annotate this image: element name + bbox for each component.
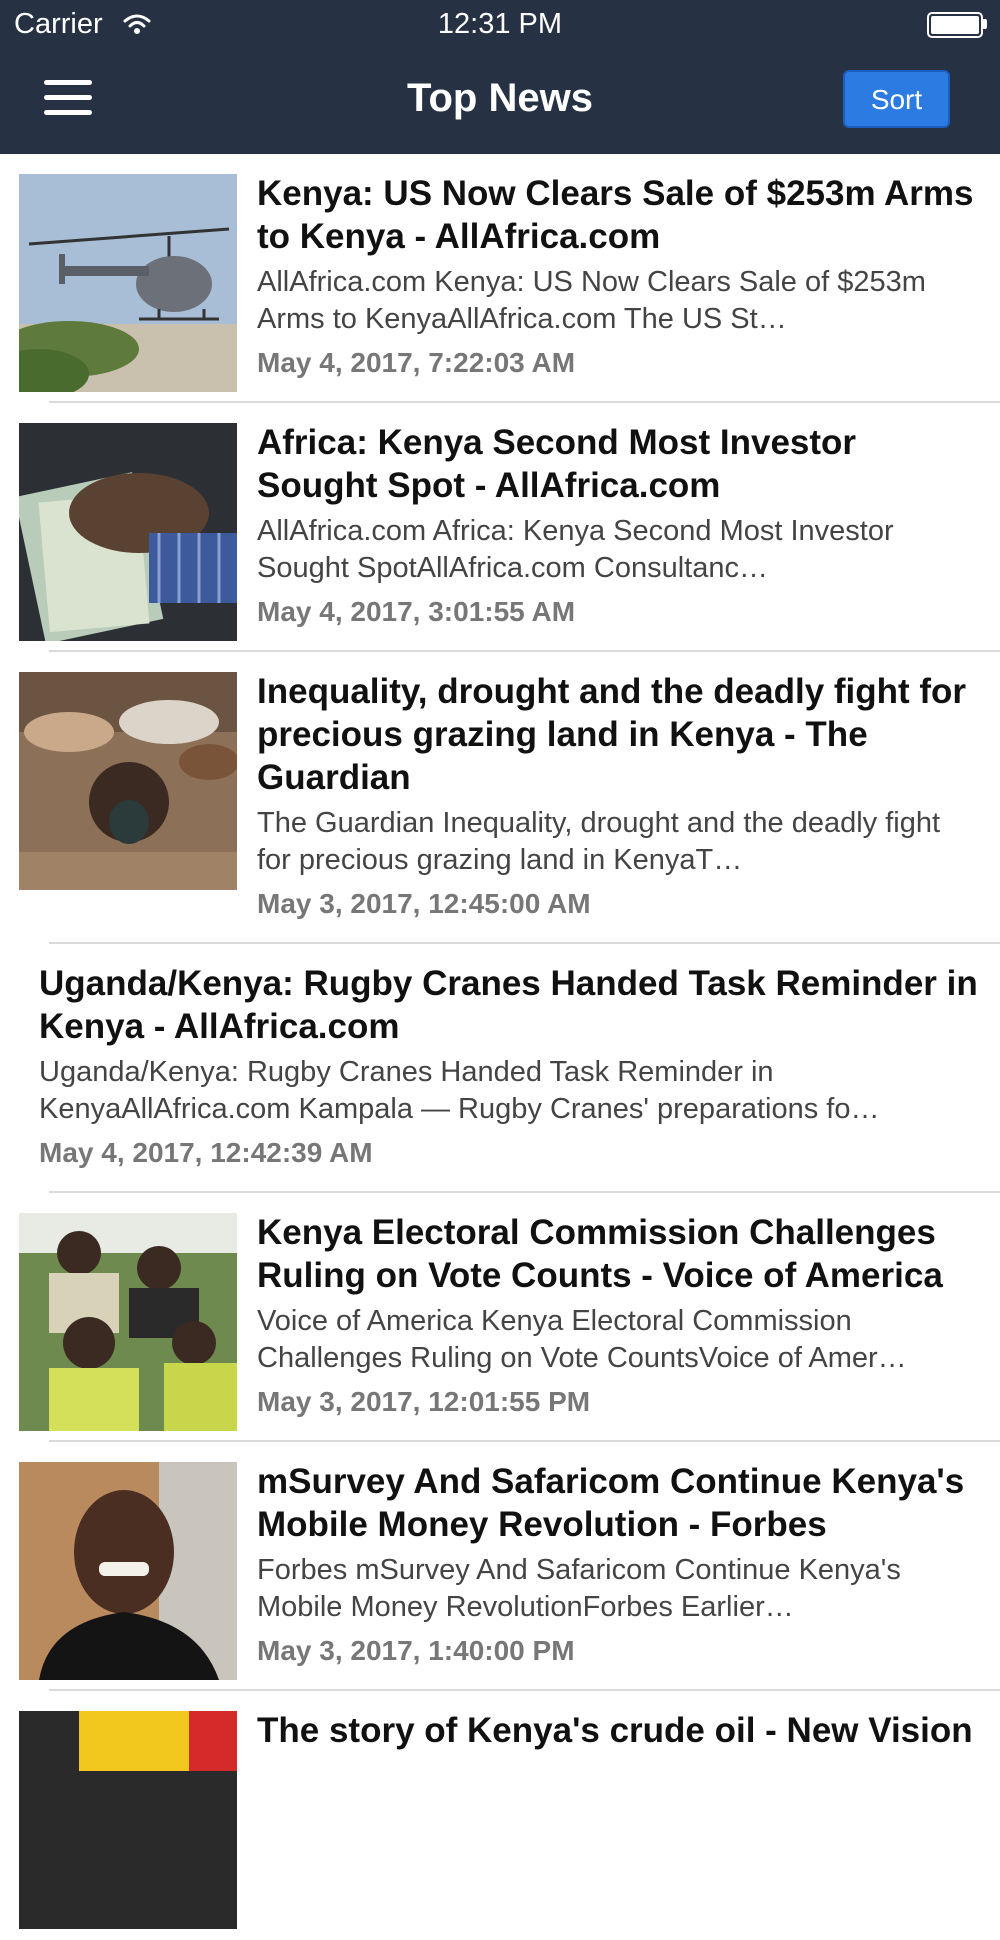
news-item[interactable]: Inequality, drought and the deadly fight… [0,652,1000,944]
article-description: Forbes mSurvey And Safaricom Continue Ke… [257,1554,901,1623]
news-item[interactable]: Africa: Kenya Second Most Investor Sough… [0,403,1000,652]
article-thumbnail-oil [19,1711,237,1929]
status-time: 12:31 PM [437,8,563,40]
article-date: May 3, 2017, 12:01:55 PM [257,1386,591,1417]
article-text: Kenya Electoral Commission Challenges Ru… [257,1211,980,1419]
news-list: Kenya: US Now Clears Sale of $253m Arms … [0,154,1000,1940]
article-text: Uganda/Kenya: Rugby Cranes Handed Task R… [39,962,980,1170]
article-thumbnail-money [19,423,237,641]
article-description: The Guardian Inequality, drought and the… [257,807,941,876]
news-item[interactable]: mSurvey And Safaricom Continue Kenya's M… [0,1442,1000,1691]
article-description: Uganda/Kenya: Rugby Cranes Handed Task R… [39,1056,880,1125]
article-text: Kenya: US Now Clears Sale of $253m Arms … [257,172,980,380]
article-text: Africa: Kenya Second Most Investor Sough… [257,421,980,629]
article-text: mSurvey And Safaricom Continue Kenya's M… [257,1460,980,1668]
article-date: May 4, 2017, 7:22:03 AM [257,347,576,378]
article-description: AllAfrica.com Kenya: US Now Clears Sale … [257,266,926,335]
news-item[interactable]: Kenya: US Now Clears Sale of $253m Arms … [0,154,1000,403]
news-item[interactable]: The story of Kenya's crude oil - New Vis… [0,1691,1000,1940]
article-thumbnail-portrait [19,1462,237,1680]
article-title: Inequality, drought and the deadly fight… [257,672,967,797]
top-bar: Carrier 12:31 PM Top News Sort [0,0,1000,154]
article-thumbnail-helicopter [19,174,237,392]
article-title: The story of Kenya's crude oil - New Vis… [257,1711,973,1750]
news-item[interactable]: Uganda/Kenya: Rugby Cranes Handed Task R… [0,944,1000,1193]
article-text: Inequality, drought and the deadly fight… [257,670,980,921]
battery-icon [927,12,983,38]
article-thumbnail-crowd [19,1213,237,1431]
article-text: The story of Kenya's crude oil - New Vis… [257,1709,980,1752]
article-date: May 4, 2017, 3:01:55 AM [257,596,576,627]
article-date: May 3, 2017, 12:45:00 AM [257,888,591,919]
article-title: mSurvey And Safaricom Continue Kenya's M… [257,1462,965,1544]
news-item[interactable]: Kenya Electoral Commission Challenges Ru… [0,1193,1000,1442]
article-description: Voice of America Kenya Electoral Commiss… [257,1305,907,1374]
article-thumbnail-cattle [19,672,237,890]
article-title: Africa: Kenya Second Most Investor Sough… [257,423,857,505]
battery-tip [983,19,987,29]
article-title: Kenya: US Now Clears Sale of $253m Arms … [257,174,974,256]
article-date: May 4, 2017, 12:42:39 AM [39,1137,373,1168]
article-date: May 3, 2017, 1:40:00 PM [257,1635,575,1666]
sort-button[interactable]: Sort [843,70,950,128]
article-title: Uganda/Kenya: Rugby Cranes Handed Task R… [39,964,978,1046]
article-title: Kenya Electoral Commission Challenges Ru… [257,1213,943,1295]
article-description: AllAfrica.com Africa: Kenya Second Most … [257,515,894,584]
